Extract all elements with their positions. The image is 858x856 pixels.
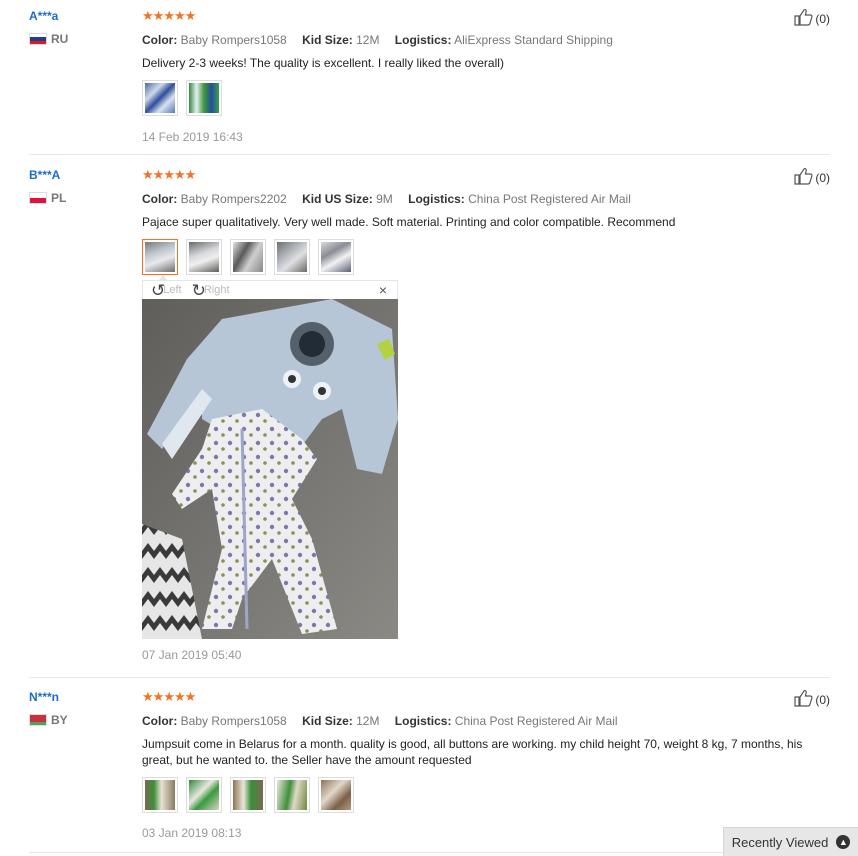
size-value: 12M <box>356 714 380 728</box>
rotate-left-label: Left <box>163 284 182 296</box>
reviewer-info: A***a RU <box>29 8 68 46</box>
thumbs-up-icon <box>793 8 813 29</box>
star-icon: ★ <box>184 166 197 182</box>
viewer-pointer <box>158 275 168 281</box>
review-photo-thumbnail[interactable] <box>142 239 178 275</box>
review-photos <box>142 80 832 116</box>
logistics-value: China Post Registered Air Mail <box>454 714 618 728</box>
review-text: Delivery 2-3 weeks! The quality is excel… <box>142 56 504 70</box>
star-rating: ★ ★ ★ ★ ★ <box>142 167 832 181</box>
color-value: Baby Rompers1058 <box>180 33 287 47</box>
star-rating: ★ ★ ★ ★ ★ <box>142 689 832 703</box>
country-code: BY <box>51 713 68 727</box>
rotate-right-label: Right <box>203 284 230 296</box>
rotate-right-button[interactable]: ↻ Right <box>192 282 230 299</box>
color-label: Color: <box>142 192 178 206</box>
review-photo-large <box>142 299 398 639</box>
helpful-button[interactable]: (0) <box>793 8 830 29</box>
review-body: ★ ★ ★ ★ ★ Color: Baby Rompers1058 Kid Size: … <box>142 8 832 145</box>
star-icon: ★ <box>184 688 197 704</box>
order-attributes: Color: Baby Rompers1058 Kid Size: 12M Lo… <box>142 713 832 729</box>
review-photo-thumbnail[interactable] <box>274 239 310 275</box>
reviewer-country: RU <box>29 32 68 46</box>
reviewer-country: PL <box>29 191 66 205</box>
review-photo-thumbnail[interactable] <box>230 777 266 813</box>
review-photo-thumbnail[interactable] <box>186 239 222 275</box>
recently-viewed-label: Recently Viewed <box>731 834 829 850</box>
review-text: Pajace super qualitatively. Very well ma… <box>142 215 676 229</box>
review-date: 07 Jan 2019 05:40 <box>142 648 242 662</box>
review-photos <box>142 777 832 813</box>
reviewer-name[interactable]: B***A <box>29 167 66 183</box>
size-label: Kid Size: <box>302 714 353 728</box>
color-label: Color: <box>142 714 178 728</box>
logistics-label: Logistics: <box>394 33 452 47</box>
country-code: PL <box>51 191 67 205</box>
belarus-flag-icon <box>29 714 47 726</box>
review-text: Jumpsuit come in Belarus for a month. qu… <box>142 737 803 767</box>
size-value: 12M <box>356 33 380 47</box>
russia-flag-icon <box>29 33 47 45</box>
reviewer-country: BY <box>29 713 68 727</box>
color-value: Baby Rompers2202 <box>180 192 287 206</box>
review-photo-thumbnail[interactable] <box>142 80 178 116</box>
review-photo-thumbnail[interactable] <box>186 777 222 813</box>
star-icon: ★ <box>184 7 197 23</box>
thumbs-up-icon <box>793 689 813 710</box>
review-photo-thumbnail[interactable] <box>186 80 222 116</box>
chevron-up-icon: ▲ <box>836 835 851 849</box>
reviewer-name[interactable]: N***n <box>29 689 68 705</box>
color-value: Baby Rompers1058 <box>180 714 287 728</box>
review-photos <box>142 239 832 275</box>
photo-viewer-toolbar: ↺ Left ↻ Right × <box>142 275 398 299</box>
recently-viewed-button[interactable]: Recently Viewed ▲ <box>723 827 858 856</box>
review-body: ★ ★ ★ ★ ★ Color: Baby Rompers2202 Kid US Siz… <box>142 167 832 275</box>
logistics-value: AliExpress Standard Shipping <box>454 33 613 47</box>
close-icon[interactable]: × <box>379 282 387 298</box>
star-rating: ★ ★ ★ ★ ★ <box>142 8 832 22</box>
color-label: Color: <box>142 33 178 47</box>
review-divider <box>29 677 830 678</box>
order-attributes: Color: Baby Rompers1058 Kid Size: 12M Lo… <box>142 32 832 48</box>
review-divider <box>29 154 830 155</box>
reviewer-info: N***n BY <box>29 689 68 727</box>
reviewer-info: B***A PL <box>29 167 66 205</box>
review-date: 14 Feb 2019 16:43 <box>142 130 243 144</box>
review-photo-thumbnail[interactable] <box>142 777 178 813</box>
size-label: Kid US Size: <box>302 192 373 206</box>
rotate-left-button[interactable]: ↺ Left <box>151 282 182 299</box>
size-label: Kid Size: <box>302 33 353 47</box>
helpful-count: (0) <box>815 11 830 26</box>
review-body: ★ ★ ★ ★ ★ Color: Baby Rompers1058 Kid Size: … <box>142 689 832 841</box>
helpful-count: (0) <box>815 170 830 185</box>
logistics-value: China Post Registered Air Mail <box>468 192 631 206</box>
country-code: RU <box>51 32 69 46</box>
reviewer-name[interactable]: A***a <box>29 8 68 24</box>
thumbs-up-icon <box>793 167 813 188</box>
size-value: 9M <box>376 192 393 206</box>
helpful-button[interactable]: (0) <box>793 689 830 710</box>
review-photo-thumbnail[interactable] <box>318 239 354 275</box>
photo-viewer: ↺ Left ↻ Right × <box>142 275 398 639</box>
review-divider <box>29 852 830 853</box>
helpful-button[interactable]: (0) <box>793 167 830 188</box>
logistics-label: Logistics: <box>394 714 452 728</box>
logistics-label: Logistics: <box>408 192 465 206</box>
review-photo-thumbnail[interactable] <box>274 777 310 813</box>
helpful-count: (0) <box>815 692 830 707</box>
order-attributes: Color: Baby Rompers2202 Kid US Size: 9M … <box>142 191 832 207</box>
poland-flag-icon <box>29 192 47 204</box>
review-photo-thumbnail[interactable] <box>318 777 354 813</box>
review-photo-thumbnail[interactable] <box>230 239 266 275</box>
